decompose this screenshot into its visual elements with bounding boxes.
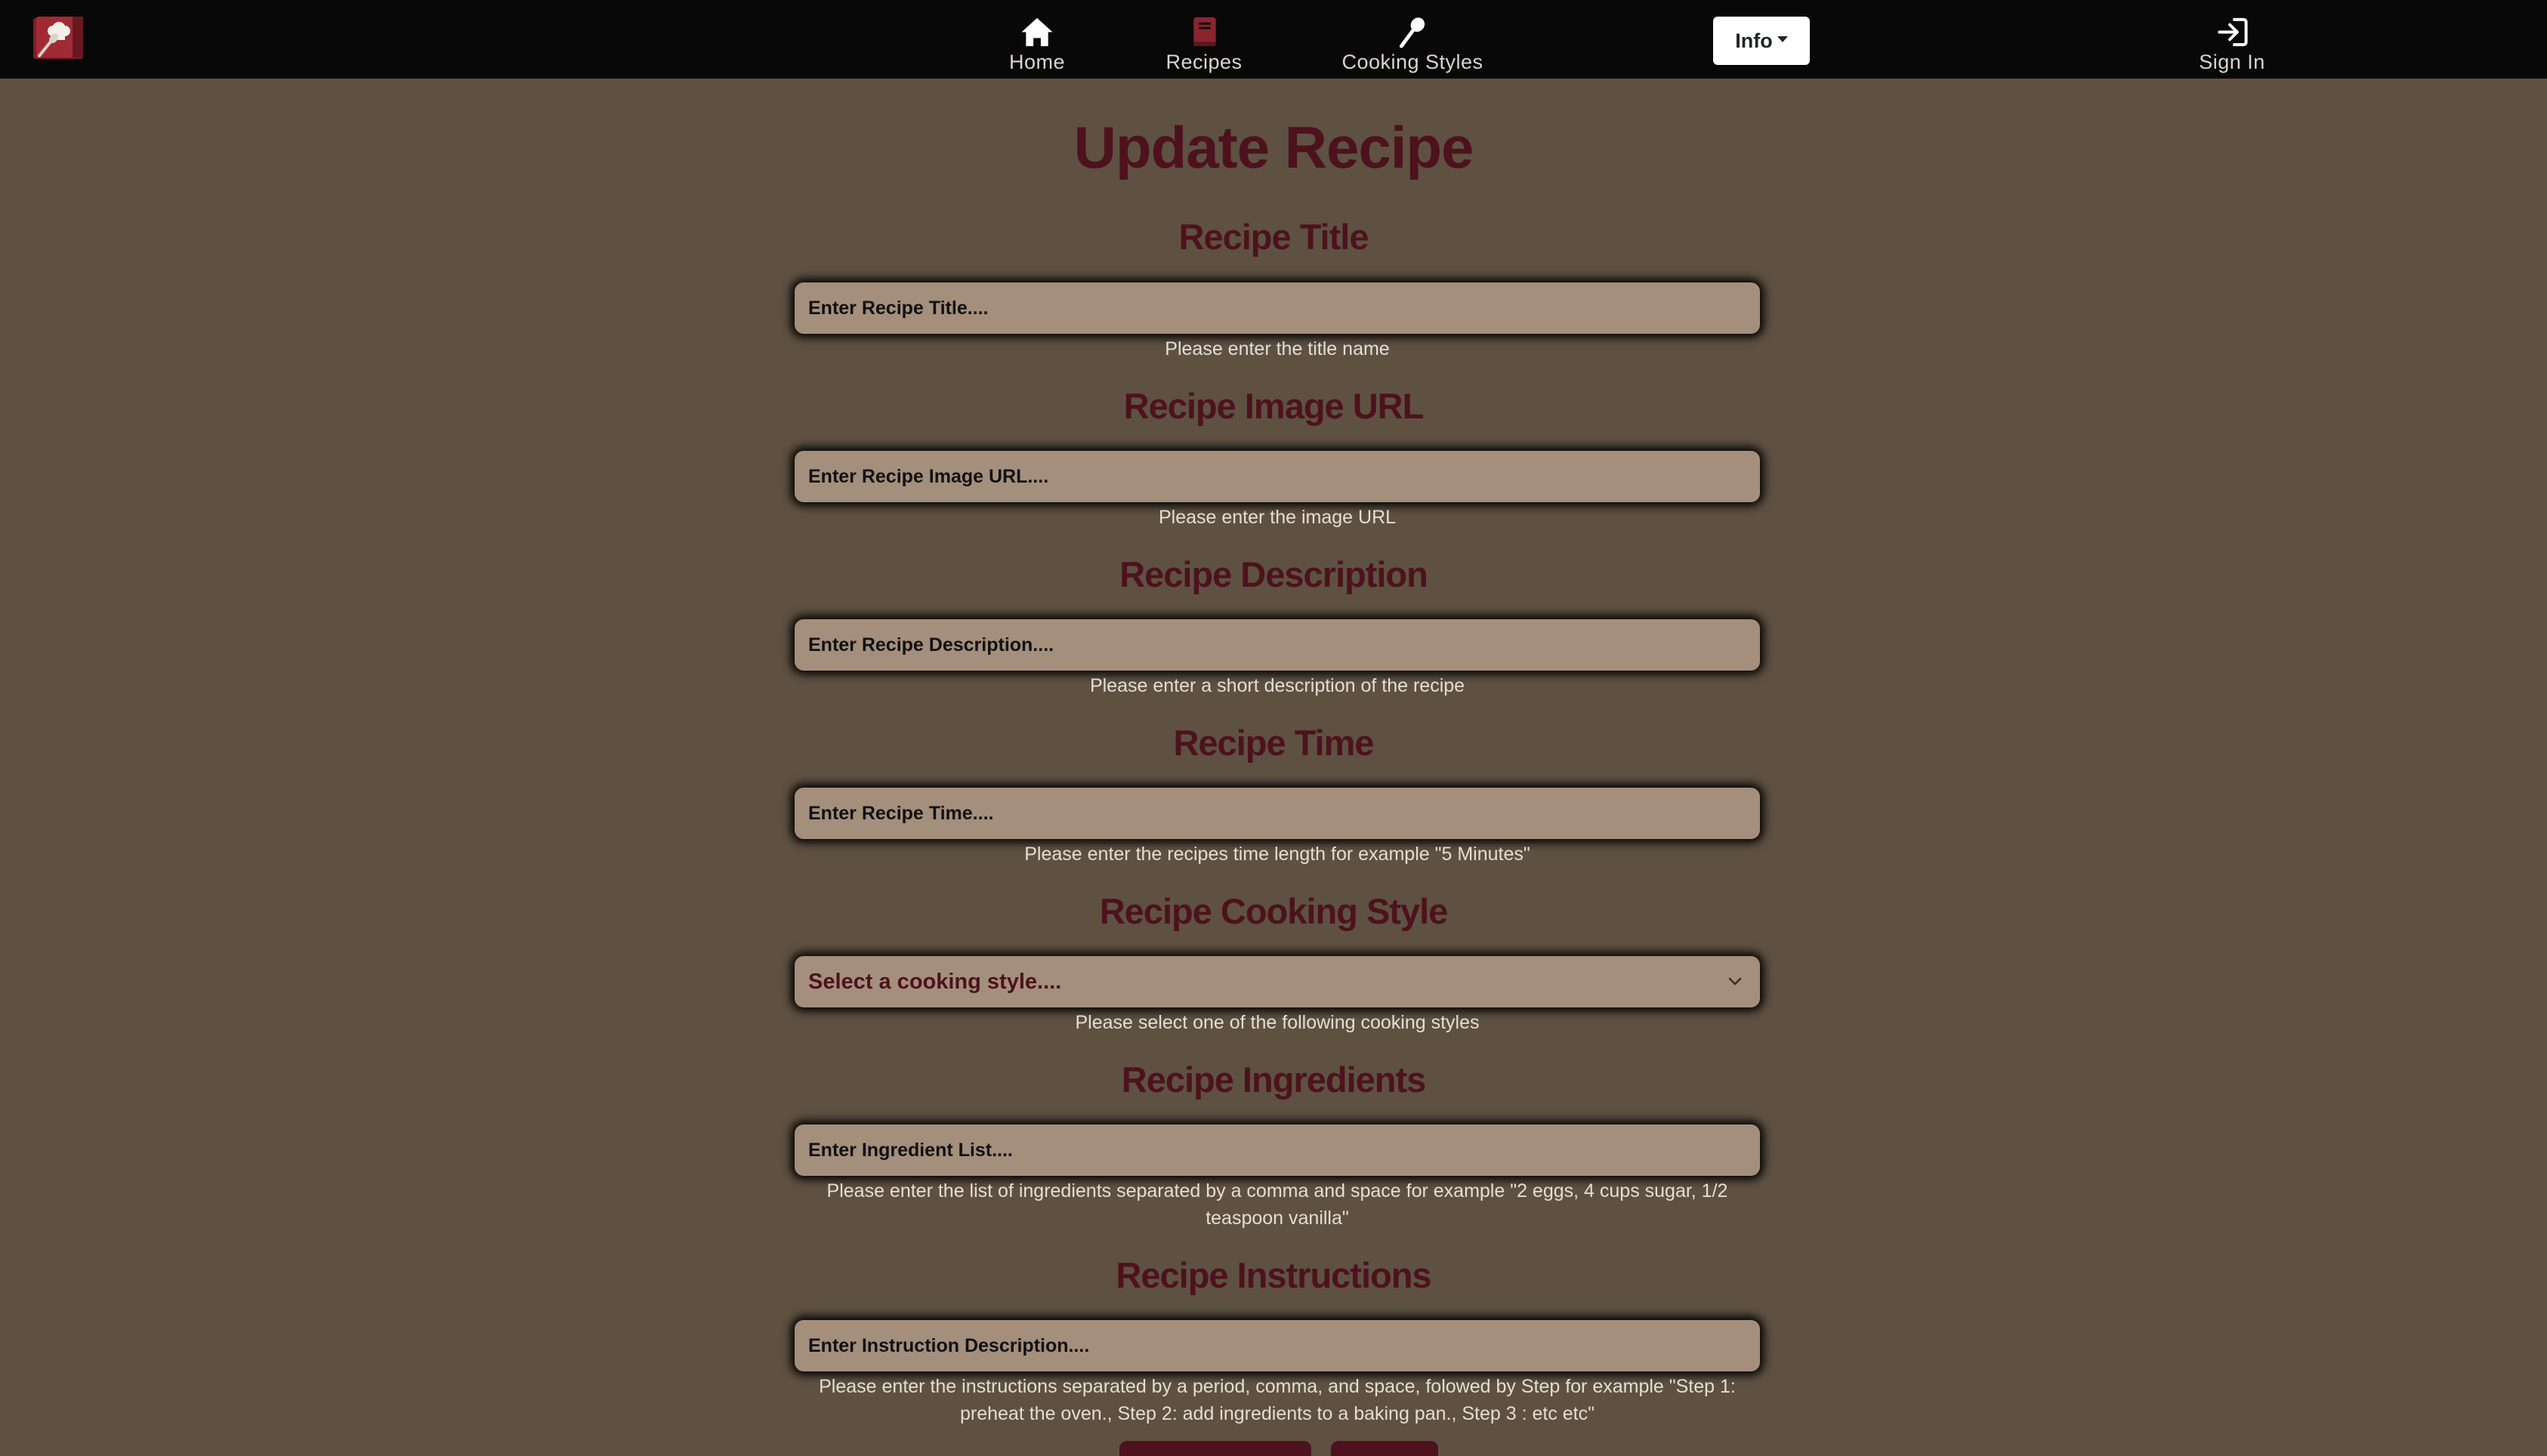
info-label: Info [1735, 29, 1773, 52]
nav-recipes[interactable]: Recipes [1157, 15, 1251, 74]
recipe-ingredients-help: Please enter the list of ingredients sep… [826, 1180, 1728, 1229]
section-heading: Recipe Cooking Style [1099, 891, 1449, 931]
recipe-instructions-help: Please enter the instructions separated … [819, 1376, 1736, 1424]
book-icon [1193, 17, 1216, 47]
recipe-description-help: Please enter a short description of the … [1089, 675, 1465, 696]
chef-book-logo [33, 17, 83, 59]
recipe-image-url-input[interactable] [795, 451, 1760, 502]
recipe-instructions-input[interactable] [795, 1320, 1760, 1371]
recipe-title-input[interactable] [795, 282, 1760, 334]
nav-cooking-styles-label: Cooking Styles [1341, 51, 1483, 73]
recipe-title-help: Please enter the title name [1165, 338, 1390, 359]
nav-sign-in[interactable]: Sign In [2190, 15, 2274, 74]
cooking-style-select[interactable]: Select a cooking style.... [795, 956, 1760, 1007]
cooking-style-selected-value: Select a cooking style.... [808, 969, 1062, 994]
nav-home-label: Home [1008, 51, 1066, 73]
section-heading: Recipe Instructions [1116, 1255, 1431, 1295]
section-heading: Recipe Title [1178, 217, 1369, 257]
house-icon [1021, 17, 1053, 47]
recipe-description-input[interactable] [795, 619, 1760, 671]
nav-home[interactable]: Home [996, 15, 1079, 74]
logo[interactable] [29, 12, 88, 63]
section-heading: Recipe Ingredients [1121, 1060, 1427, 1100]
recipe-image-url-help: Please enter the image URL [1158, 507, 1397, 528]
update-recipe-button[interactable] [1119, 1441, 1311, 1456]
nav-recipes-label: Recipes [1165, 51, 1243, 73]
sign-in-icon [2218, 17, 2248, 47]
section-heading: Recipe Time [1173, 723, 1374, 763]
cancel-button[interactable] [1331, 1441, 1438, 1456]
nav-sign-in-label: Sign In [2199, 51, 2265, 73]
chevron-down-icon [1728, 977, 1742, 986]
section-heading: Recipe Description [1119, 554, 1428, 594]
section-heading: Recipe Image URL [1123, 386, 1425, 426]
cooking-style-help: Please select one of the following cooki… [1075, 1012, 1480, 1033]
recipe-time-help: Please enter the recipes time length for… [1024, 844, 1530, 865]
info-dropdown-button[interactable]: Info [1713, 17, 1810, 65]
caret-down-icon [1777, 36, 1788, 42]
recipe-time-input[interactable] [795, 788, 1760, 839]
nav-cooking-styles[interactable]: Cooking Styles [1337, 15, 1488, 74]
page-title: Update Recipe [1073, 114, 1474, 180]
spoon-icon [1399, 17, 1425, 48]
navbar: Home Recipes Cooking Styles Info Sign In [0, 0, 2547, 79]
recipe-ingredients-input[interactable] [795, 1124, 1760, 1176]
